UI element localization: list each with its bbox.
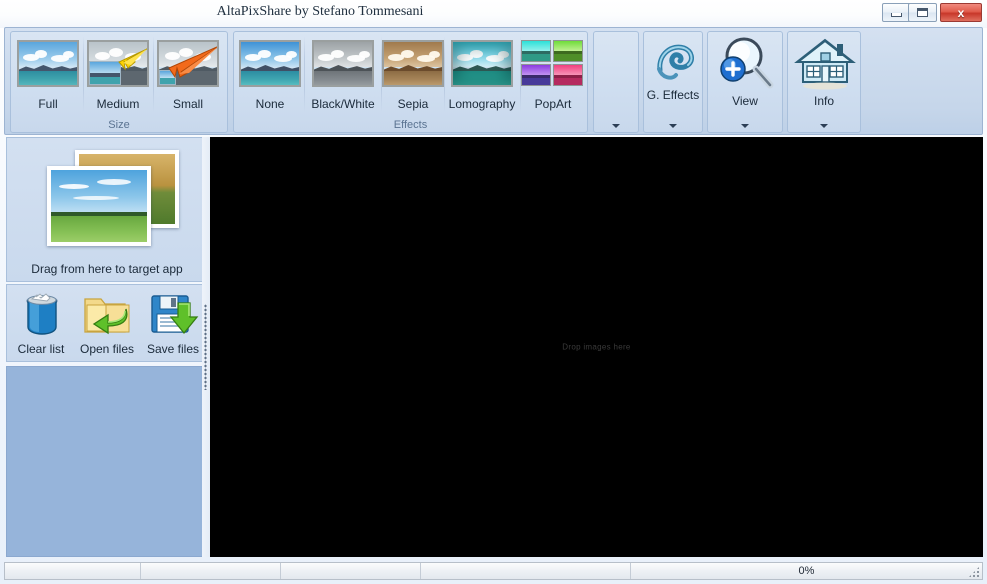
- effect-none-thumbnail: [239, 40, 301, 87]
- effect-item-label: Black/White: [311, 97, 375, 111]
- floppy-save-icon: [151, 295, 199, 335]
- effect-blackwhite-thumbnail: [312, 40, 374, 87]
- chevron-down-icon[interactable]: [612, 124, 620, 128]
- tool-button-bar: Clear list Open files Save files: [6, 284, 208, 362]
- status-panel-1: [5, 563, 141, 579]
- photo-thumb-front: [47, 166, 151, 246]
- tool-label: Save files: [146, 342, 200, 356]
- trash-bin-icon: [26, 293, 58, 335]
- magnifier-plus-icon: [720, 37, 774, 89]
- maximize-button[interactable]: [908, 3, 937, 22]
- open-folder-icon: [84, 298, 130, 335]
- ribbon-group-label-size: Size: [108, 119, 130, 131]
- clear-list-button[interactable]: Clear list: [8, 287, 74, 359]
- panel-splitter[interactable]: [202, 137, 210, 557]
- chevron-down-icon[interactable]: [741, 124, 749, 128]
- yellow-arrow-icon: [118, 48, 147, 71]
- swirl-icon: [657, 44, 694, 80]
- effect-lomography-thumbnail: [451, 40, 513, 87]
- ribbon-button-label: G. Effects: [646, 88, 700, 102]
- status-bar: 0%: [4, 562, 983, 580]
- save-files-button[interactable]: Save files: [140, 287, 206, 359]
- ribbon-button-info[interactable]: Info: [787, 31, 861, 133]
- splitter-grip-icon: [204, 304, 207, 390]
- house-icon: [794, 38, 856, 90]
- title-bar: AltaPixShare by Stefano Tommesani x: [0, 0, 987, 28]
- close-button[interactable]: x: [940, 3, 982, 22]
- effect-item-label: Sepia: [397, 97, 429, 111]
- effect-item-sepia[interactable]: Sepia: [382, 36, 444, 114]
- effect-sepia-thumbnail: [382, 40, 444, 87]
- effect-item-label: PopArt: [534, 97, 572, 111]
- ribbon-button-gallery[interactable]: [593, 31, 639, 133]
- image-drop-canvas[interactable]: Drop images here: [210, 137, 983, 557]
- effect-item-label: Lomography: [448, 97, 516, 111]
- orange-arrow-icon: [168, 46, 217, 79]
- tool-label: Clear list: [17, 342, 65, 356]
- tool-label: Open files: [79, 342, 135, 356]
- left-panel: Drag from here to target app Clear list: [6, 137, 208, 557]
- landscape-small-thumbnail: [157, 40, 219, 87]
- minimize-button[interactable]: [882, 3, 911, 22]
- effect-item-blackwhite[interactable]: Black/White: [305, 36, 381, 114]
- chevron-down-icon[interactable]: [820, 124, 828, 128]
- size-item-full[interactable]: Full: [14, 36, 82, 114]
- maximize-icon: [909, 4, 936, 21]
- size-item-label: Medium: [96, 97, 140, 111]
- drag-source-caption: Drag from here to target app: [31, 262, 183, 276]
- drag-source-area[interactable]: Drag from here to target app: [6, 137, 208, 282]
- chevron-down-icon[interactable]: [669, 124, 677, 128]
- size-item-label: Small: [172, 97, 203, 111]
- effect-popart-thumbnail: [521, 40, 585, 88]
- ribbon-toolbar: Full Medium Small Size None Black/White …: [4, 27, 983, 135]
- ribbon-group-label-effects: Effects: [393, 119, 428, 131]
- status-panel-progress: 0%: [798, 565, 815, 577]
- status-panel-4: [421, 563, 631, 579]
- canvas-hint-text: Drop images here: [562, 342, 631, 352]
- ribbon-button-label: Info: [813, 94, 834, 108]
- ribbon-group-effects: None Black/White Sepia Lomography PopArt…: [233, 31, 588, 133]
- effect-item-lomography[interactable]: Lomography: [445, 36, 519, 114]
- size-item-small[interactable]: Small: [154, 36, 222, 114]
- size-item-label: Full: [38, 97, 58, 111]
- status-panel-3: [281, 563, 421, 579]
- ribbon-button-view[interactable]: View: [707, 31, 783, 133]
- ribbon-button-label: View: [732, 94, 758, 108]
- effect-item-label: None: [255, 97, 285, 111]
- status-panel-2: [141, 563, 281, 579]
- open-files-button[interactable]: Open files: [74, 287, 140, 359]
- effect-item-popart[interactable]: PopArt: [521, 36, 585, 114]
- app-window: AltaPixShare by Stefano Tommesani x Full…: [0, 0, 987, 584]
- file-list[interactable]: [6, 366, 208, 557]
- minimize-icon: [883, 4, 910, 21]
- ribbon-group-size: Full Medium Small Size: [10, 31, 228, 133]
- effect-item-none[interactable]: None: [237, 36, 303, 114]
- close-icon: x: [957, 5, 965, 20]
- landscape-full-thumbnail: [17, 40, 79, 87]
- window-title: AltaPixShare by Stefano Tommesani: [216, 4, 424, 19]
- size-item-medium[interactable]: Medium: [84, 36, 152, 114]
- ribbon-button-geffects[interactable]: G. Effects: [643, 31, 703, 133]
- landscape-medium-thumbnail: [87, 40, 149, 87]
